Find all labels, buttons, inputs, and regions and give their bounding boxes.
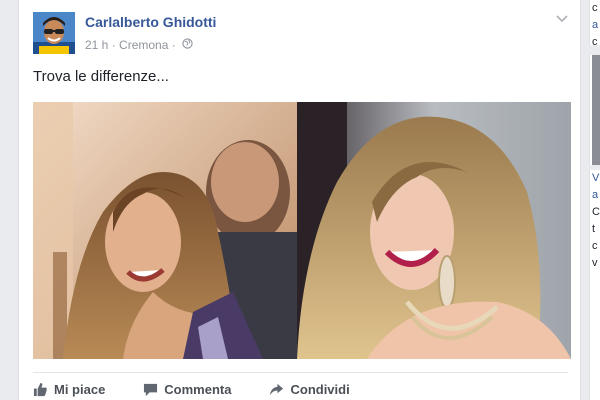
comment-button[interactable]: Commenta: [143, 378, 231, 400]
author-avatar[interactable]: [33, 12, 75, 54]
rail-link[interactable]: a: [592, 17, 600, 34]
rail-link[interactable]: V: [592, 170, 600, 187]
thumbs-up-icon: [33, 382, 47, 396]
post-actions: Mi piace Commenta Condividi: [33, 378, 388, 400]
meta-separator-2: ·: [171, 37, 176, 52]
post-card: Carlalberto Ghidotti 21 h · Cremona · Tr…: [18, 0, 581, 400]
right-rail: c a c V a C t c v: [581, 0, 600, 400]
share-button[interactable]: Condividi: [269, 378, 350, 400]
share-label: Condividi: [290, 381, 350, 397]
meta-separator: ·: [111, 37, 116, 52]
post-photo-right[interactable]: [297, 102, 571, 359]
post-photo-left[interactable]: [33, 102, 297, 359]
rail-box-top: c a c: [589, 0, 600, 45]
post-meta: 21 h · Cremona ·: [85, 37, 193, 52]
rail-text: C: [592, 206, 600, 218]
author-name[interactable]: Carlalberto Ghidotti: [85, 14, 216, 30]
post-time[interactable]: 21 h: [85, 38, 108, 52]
rail-text: t: [592, 223, 596, 235]
actions-divider: [33, 372, 568, 373]
post-location[interactable]: Cremona: [119, 38, 168, 52]
post-text: Trova le differenze...: [33, 68, 169, 85]
globe-icon[interactable]: [182, 38, 193, 52]
comment-icon: [144, 383, 158, 396]
rail-text: c: [592, 36, 598, 45]
comment-label: Commenta: [164, 381, 232, 397]
rail-text: v: [592, 257, 598, 269]
like-button[interactable]: Mi piace: [33, 378, 105, 400]
chevron-down-icon[interactable]: [554, 10, 570, 26]
rail-text: c: [592, 2, 598, 14]
rail-link[interactable]: a: [592, 187, 600, 204]
rail-text: c: [592, 240, 598, 252]
like-label: Mi piace: [54, 381, 106, 397]
rail-box-bottom: V a C t c v: [589, 170, 600, 400]
rail-box-image[interactable]: [589, 55, 600, 165]
share-icon: [270, 383, 284, 395]
